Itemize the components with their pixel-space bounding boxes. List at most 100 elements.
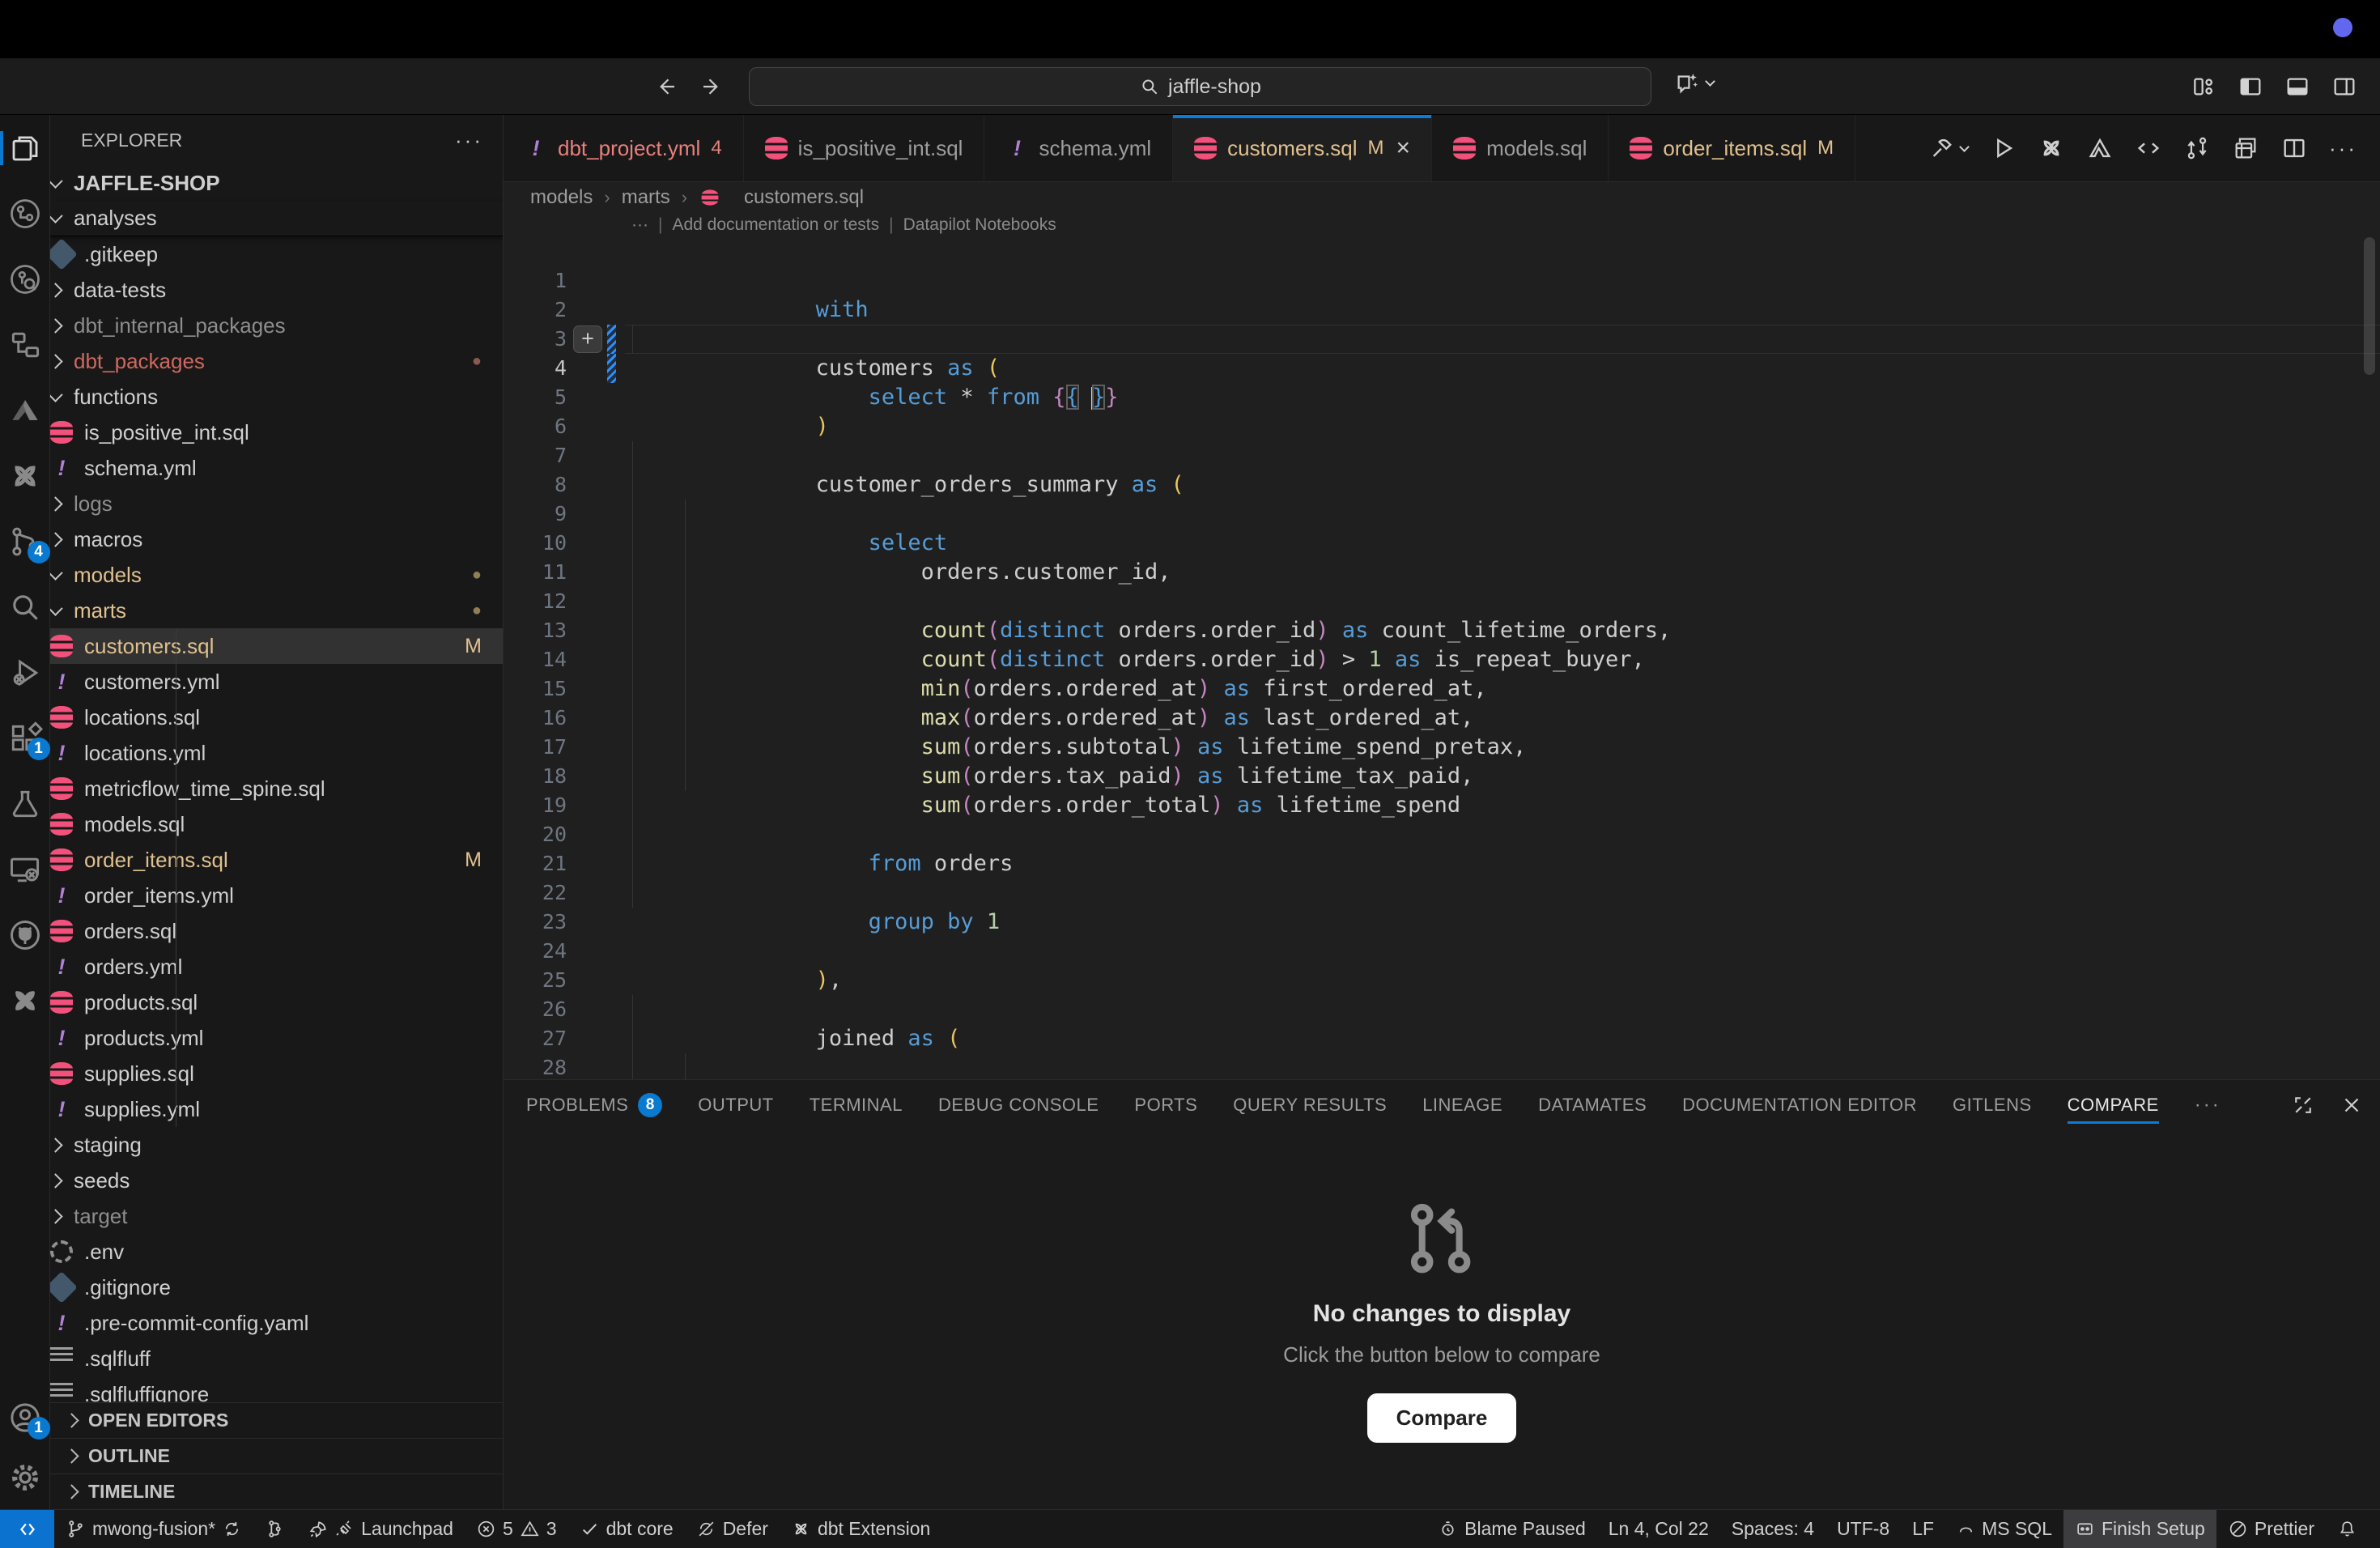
- editor-tab[interactable]: order_items.sql M ×: [1609, 115, 1855, 181]
- code-line[interactable]: 14 + min(orders.ordered_at) as first_ord…: [504, 616, 2380, 645]
- launchpad-item[interactable]: Launchpad: [296, 1510, 465, 1548]
- panel-tab[interactable]: DATAMATES: [1538, 1080, 1647, 1130]
- tree-item[interactable]: is_positive_int.sql: [50, 415, 503, 450]
- panel-tab[interactable]: PORTS: [1134, 1080, 1197, 1130]
- forward-arrow-icon[interactable]: [699, 74, 724, 99]
- finish-setup-item[interactable]: Finish Setup: [2063, 1510, 2216, 1548]
- dbt-power-user-icon[interactable]: [6, 457, 44, 495]
- prettier-item[interactable]: Prettier: [2216, 1510, 2326, 1548]
- code-line[interactable]: 11 +: [504, 529, 2380, 558]
- git-graph-icon[interactable]: [6, 195, 44, 232]
- gitlens-icon[interactable]: [6, 261, 44, 298]
- tree-item[interactable]: customers.yml: [50, 664, 503, 700]
- codelens-more[interactable]: ···: [631, 213, 648, 237]
- tree-item[interactable]: dbt_packages ●: [50, 343, 503, 379]
- indentation[interactable]: Spaces: 4: [1720, 1510, 1825, 1548]
- add-action-button[interactable]: +: [573, 325, 602, 353]
- breadcrumb-item[interactable]: models: [530, 186, 593, 209]
- code-line[interactable]: 2 +: [504, 266, 2380, 296]
- breadcrumb-item[interactable]: marts: [622, 186, 670, 209]
- run-play-icon[interactable]: [1989, 134, 2017, 162]
- command-center-search[interactable]: jaffle-shop: [749, 67, 1651, 106]
- language-mode[interactable]: MS SQL: [1945, 1510, 2063, 1548]
- settings-gear-icon[interactable]: [6, 1459, 44, 1496]
- code-line[interactable]: 18 + sum(orders.order_total) as lifetime…: [504, 733, 2380, 762]
- tree-item[interactable]: dbt_internal_packages: [50, 308, 503, 343]
- code-line[interactable]: 10 + orders.customer_id,: [504, 500, 2380, 529]
- code-line[interactable]: 1 + with: [504, 237, 2380, 266]
- code-line[interactable]: 20 + from orders: [504, 791, 2380, 820]
- panel-tab[interactable]: COMPARE: [2068, 1080, 2159, 1130]
- toggle-panel-icon[interactable]: [2284, 74, 2310, 100]
- remote-explorer-icon[interactable]: [6, 851, 44, 888]
- panel-tab[interactable]: GITLENS: [1953, 1080, 2032, 1130]
- dbt-power-user-filled-icon[interactable]: [6, 982, 44, 1019]
- tree-item[interactable]: locations.sql: [50, 700, 503, 735]
- lineage-icon[interactable]: [6, 326, 44, 364]
- editor-tab[interactable]: customers.sql M ×: [1173, 115, 1432, 181]
- toggle-primary-sidebar-icon[interactable]: [2238, 74, 2263, 100]
- codelens-datapilot-link[interactable]: Datapilot Notebooks: [903, 213, 1056, 237]
- panel-more-tabs-icon[interactable]: ···: [2195, 1094, 2221, 1116]
- sidebar-section-header[interactable]: OUTLINE: [50, 1438, 503, 1474]
- breadcrumb-item[interactable]: customers.sql: [744, 186, 864, 209]
- source-control-icon[interactable]: 4: [6, 523, 44, 560]
- editor-scrollbar[interactable]: [2364, 237, 2375, 375]
- code-line[interactable]: 5 + ): [504, 354, 2380, 383]
- git-branch-item[interactable]: mwong-fusion*: [54, 1510, 253, 1548]
- tree-item[interactable]: logs: [50, 486, 503, 521]
- eol-sequence[interactable]: LF: [1901, 1510, 1945, 1548]
- explorer-icon[interactable]: [6, 130, 44, 167]
- panel-tab[interactable]: DOCUMENTATION EDITOR: [1682, 1080, 1917, 1130]
- code-line[interactable]: 3 + customers as (: [504, 296, 2380, 325]
- editor-tab[interactable]: schema.yml ×: [984, 115, 1173, 181]
- code-line[interactable]: 22 + group by 1: [504, 849, 2380, 878]
- split-editor-icon[interactable]: [2280, 134, 2308, 162]
- tree-item[interactable]: customers.sql M: [50, 628, 503, 664]
- maximize-panel-icon[interactable]: [2291, 1093, 2315, 1117]
- toggle-secondary-sidebar-icon[interactable]: [2331, 74, 2357, 100]
- tree-item[interactable]: .sqlfluffignore: [50, 1376, 503, 1402]
- breadcrumb[interactable]: models › marts › customers.sql: [504, 182, 2380, 213]
- extensions-icon[interactable]: 1: [6, 720, 44, 757]
- tree-item[interactable]: functions: [50, 379, 503, 415]
- tree-item[interactable]: data-tests: [50, 272, 503, 308]
- codelens-add-docs-link[interactable]: Add documentation or tests: [672, 213, 879, 237]
- encoding[interactable]: UTF-8: [1825, 1510, 1901, 1548]
- tree-item[interactable]: staging: [50, 1127, 503, 1163]
- code-line[interactable]: 23 +: [504, 878, 2380, 908]
- git-graph-status-icon[interactable]: [253, 1510, 296, 1548]
- code-icon[interactable]: [2135, 134, 2162, 162]
- altimate-icon[interactable]: [2086, 134, 2114, 162]
- explorer-more-actions-icon[interactable]: ···: [455, 128, 483, 153]
- problems-item[interactable]: 5 3: [465, 1510, 568, 1548]
- tree-item[interactable]: seeds: [50, 1163, 503, 1198]
- run-debug-icon[interactable]: [6, 654, 44, 691]
- search-icon[interactable]: [6, 589, 44, 626]
- account-icon[interactable]: 1: [6, 1399, 44, 1436]
- tree-item[interactable]: .gitignore: [50, 1269, 503, 1305]
- altimate-icon[interactable]: [6, 392, 44, 429]
- tree-item[interactable]: supplies.yml: [50, 1091, 503, 1127]
- github-icon[interactable]: [6, 916, 44, 954]
- tree-item[interactable]: order_items.yml: [50, 878, 503, 913]
- tree-item[interactable]: schema.yml: [50, 450, 503, 486]
- tree-item[interactable]: marts ●: [50, 593, 503, 628]
- tree-item[interactable]: .gitkeep: [50, 236, 503, 272]
- panel-tab[interactable]: QUERY RESULTS: [1233, 1080, 1387, 1130]
- code-line[interactable]: 19 +: [504, 762, 2380, 791]
- tree-item[interactable]: .env: [50, 1234, 503, 1269]
- code-line[interactable]: 29 + customers.*,: [504, 1053, 2380, 1079]
- tree-item[interactable]: analyses: [50, 201, 503, 236]
- panel-tab[interactable]: TERMINAL: [810, 1080, 903, 1130]
- tree-item[interactable]: supplies.sql: [50, 1056, 503, 1091]
- notifications-bell-icon[interactable]: [2326, 1510, 2369, 1548]
- tree-item[interactable]: products.sql: [50, 985, 503, 1020]
- code-line[interactable]: 12 + count(distinct orders.order_id) as …: [504, 558, 2380, 587]
- tree-item[interactable]: models ●: [50, 557, 503, 593]
- query-results-icon[interactable]: [2232, 134, 2259, 162]
- build-tool-icon[interactable]: [1929, 134, 1968, 162]
- code-line[interactable]: 25 +: [504, 937, 2380, 966]
- code-line[interactable]: 4 + select * from {{ }}: [504, 325, 2380, 354]
- code-line[interactable]: 16 + sum(orders.subtotal) as lifetime_sp…: [504, 674, 2380, 704]
